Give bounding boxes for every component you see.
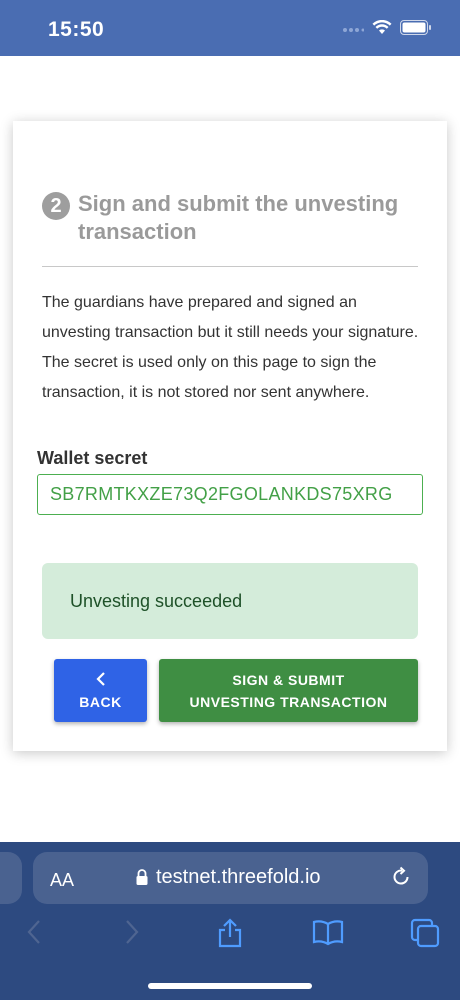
lock-icon [135,868,149,891]
reload-icon[interactable] [390,866,412,893]
wallet-secret-label: Wallet secret [37,448,148,468]
tabs-icon[interactable] [410,918,440,953]
signal-icon [342,21,365,39]
home-indicator[interactable] [148,983,312,989]
back-button-label: BACK [79,693,122,710]
status-bar: 15:50 [0,0,460,56]
bookmarks-icon[interactable] [312,918,344,951]
status-icons [342,19,432,40]
forward-arrow-icon[interactable] [124,918,140,951]
share-icon[interactable] [216,918,244,953]
header-divider [42,266,418,267]
reader-settings-button[interactable]: AA [50,870,74,891]
wifi-icon [372,19,392,40]
chevron-left-icon [95,671,106,688]
sign-submit-button[interactable]: SIGN & SUBMIT UNVESTING TRANSACTION [159,659,418,722]
description-line-1: The guardians have prepared and signed a… [42,294,419,341]
sign-submit-button-label: SIGN & SUBMIT UNVESTING TRANSACTION [189,671,388,710]
back-arrow-icon[interactable] [26,918,42,951]
wallet-secret-input[interactable] [37,474,423,515]
back-button[interactable]: BACK [54,659,147,722]
url-text[interactable]: testnet.threefold.io [156,866,321,889]
step-title: Sign and submit the unvesting transactio… [78,191,399,244]
status-time: 15:50 [48,18,105,41]
description-line-2: The secret is used only on this page to … [42,354,377,401]
alert-message: Unvesting succeeded [70,591,243,611]
previous-tab-preview[interactable] [0,852,22,904]
step-number-badge: 2 [42,192,70,220]
step-header: 2 Sign and submit the unvesting transact… [42,190,422,246]
success-alert: Unvesting succeeded [42,563,418,639]
description: The guardians have prepared and signed a… [42,288,422,408]
battery-icon [400,20,432,40]
